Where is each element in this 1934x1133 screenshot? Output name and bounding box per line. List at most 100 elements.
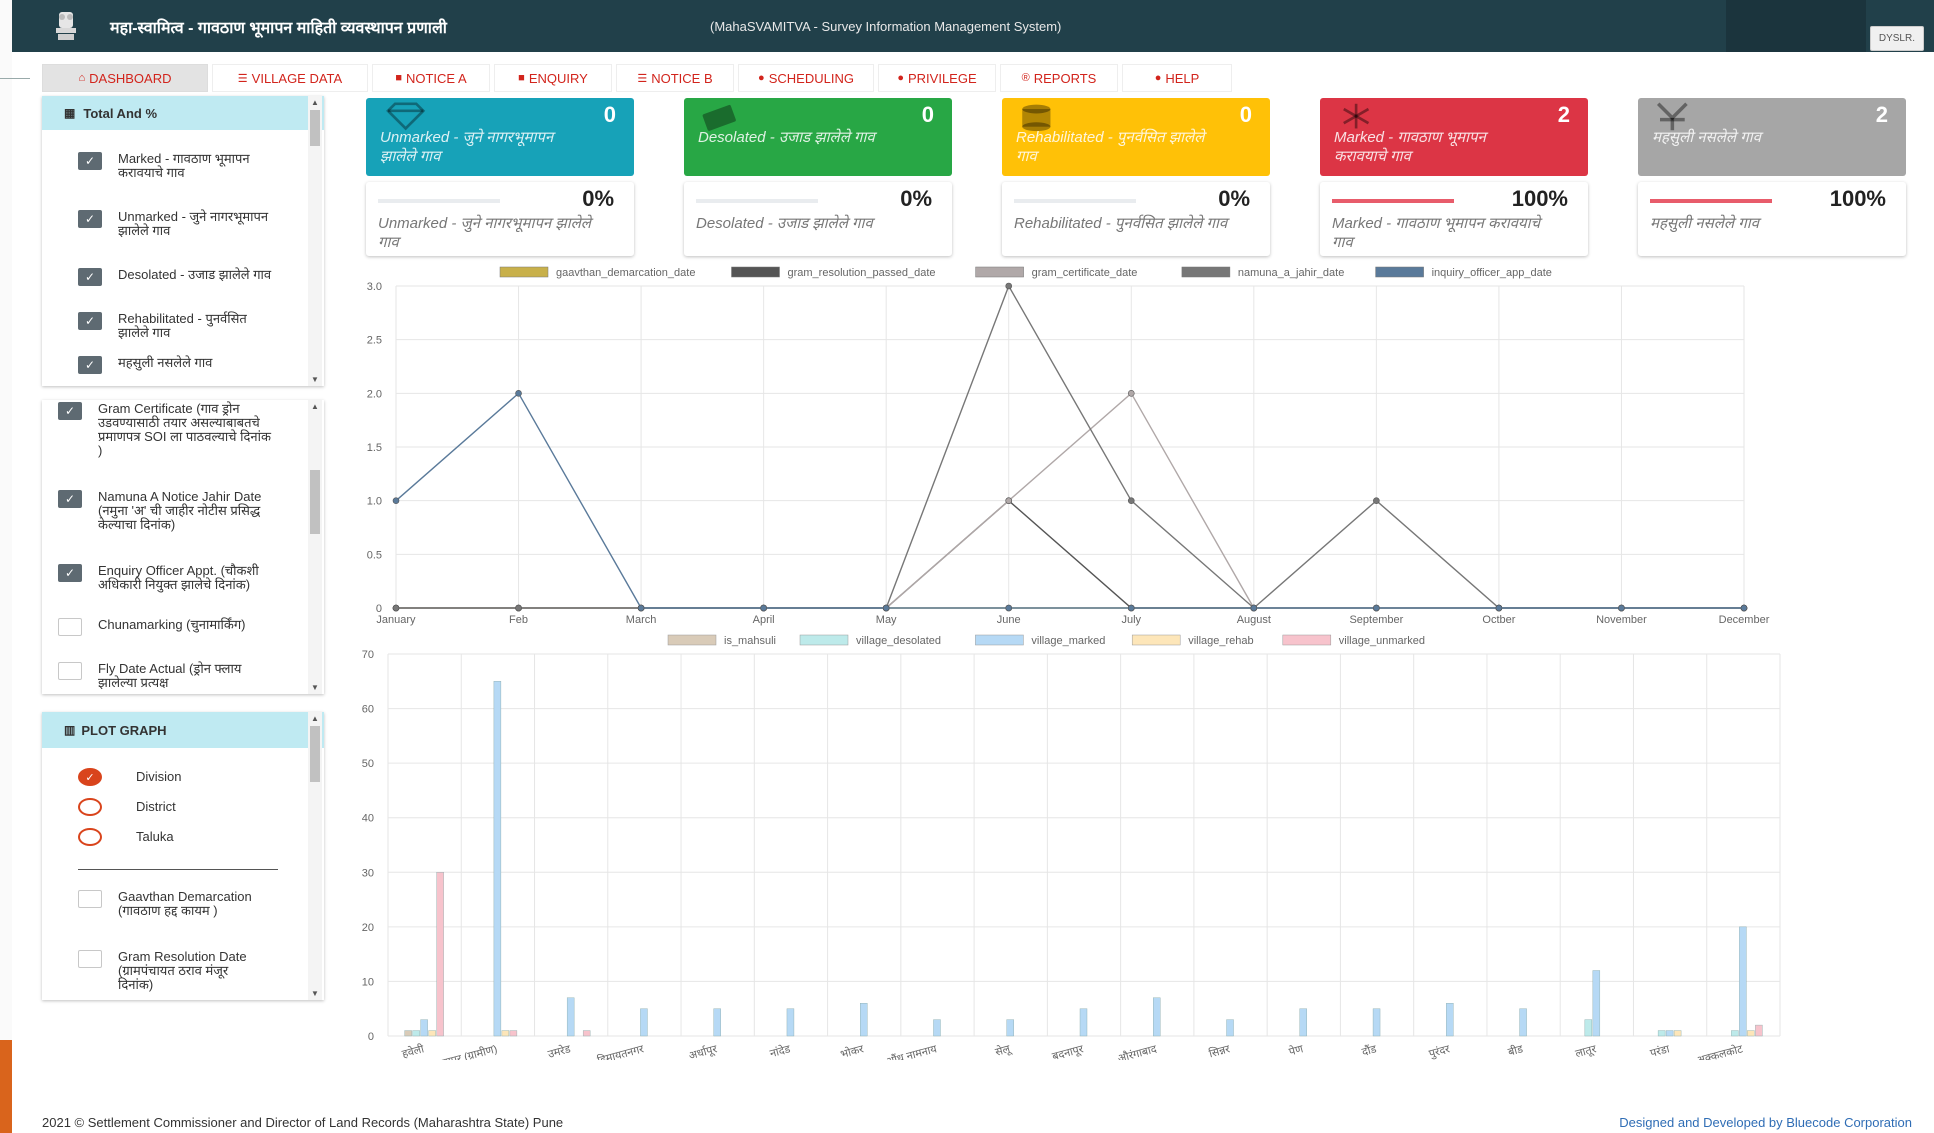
data-point[interactable] <box>515 604 522 612</box>
bar-village_marked[interactable] <box>1665 1030 1674 1037</box>
checkbox-checked[interactable]: ✓ <box>58 490 82 508</box>
legend-swatch[interactable] <box>975 634 1024 646</box>
bar-village_marked[interactable] <box>1592 970 1601 1037</box>
bar-village_marked[interactable] <box>566 997 575 1037</box>
radio-taluka[interactable]: Taluka <box>78 828 174 846</box>
footer-credit-link[interactable]: Designed and Developed by Bluecode Corpo… <box>1619 1115 1912 1130</box>
data-point[interactable] <box>1495 604 1503 612</box>
tab-help[interactable]: ● HELP <box>1122 64 1232 92</box>
data-point[interactable] <box>1373 497 1380 504</box>
legend-swatch[interactable] <box>499 266 549 278</box>
checkbox-unchecked[interactable] <box>78 890 102 908</box>
tab-dashboard[interactable]: ⌂ DASHBOARD <box>42 64 208 92</box>
data-point[interactable] <box>392 497 400 504</box>
checkbox-item[interactable]: Chunamarking (चुनामार्किंग) <box>58 618 276 636</box>
plot-panel-scrollbar[interactable]: ▲ ▼ <box>308 712 322 1000</box>
checkbox-item[interactable]: Gram Resolution Date (ग्रामपंचायत ठराव म… <box>78 950 258 992</box>
checkbox-unchecked[interactable] <box>58 662 82 680</box>
checkbox-unchecked[interactable] <box>78 950 102 968</box>
bar-village_unmarked[interactable] <box>582 1030 591 1037</box>
tab-notice-b[interactable]: ☰ NOTICE B <box>616 64 734 92</box>
data-point[interactable] <box>1005 282 1013 290</box>
data-point[interactable] <box>1373 604 1380 612</box>
tab-enquiry[interactable]: ■ ENQUIRY <box>494 64 612 92</box>
legend-label[interactable]: village_rehab <box>1188 635 1253 647</box>
bar-village_desolated[interactable] <box>1657 1030 1666 1037</box>
radio-division[interactable]: ✓ Division <box>78 768 182 786</box>
legend-swatch[interactable] <box>799 634 849 646</box>
legend-swatch[interactable] <box>975 266 1024 278</box>
radio-unselected[interactable] <box>78 828 102 846</box>
bar-village_marked[interactable] <box>640 1008 648 1037</box>
bar-village_marked[interactable] <box>1006 1019 1014 1037</box>
bar-village_marked[interactable] <box>860 1003 868 1037</box>
bar-village_marked[interactable] <box>786 1008 795 1037</box>
bar-village_marked[interactable] <box>1079 1008 1088 1037</box>
bar-village_rehab[interactable] <box>1673 1030 1682 1037</box>
data-point[interactable] <box>1618 604 1625 612</box>
checkbox-item[interactable]: ✓ Gram Certificate (गाव ड्रोन उडवण्यासाठी… <box>58 402 276 458</box>
summary-card[interactable]: 2 Marked - गावठाण भूमापन करावयाचे गाव <box>1320 98 1588 176</box>
checkbox-item[interactable]: ✓ Marked - गावठाण भूमापन करावयाचे गाव <box>78 152 278 180</box>
checkbox-checked[interactable]: ✓ <box>78 152 102 170</box>
summary-card[interactable]: 0 Desolated - उजाड झालेले गाव <box>684 98 952 176</box>
data-point[interactable] <box>1250 604 1258 612</box>
checkbox-item[interactable]: ✓ Unmarked - जुने नागरभूमापन झालेले गाव <box>78 210 278 238</box>
bar-village_marked[interactable] <box>713 1008 721 1037</box>
tab-village-data[interactable]: ☰ VILLAGE DATA <box>212 64 368 92</box>
data-point[interactable] <box>515 390 522 397</box>
bar-is_mahsuli[interactable] <box>404 1030 412 1037</box>
bar-village_unmarked[interactable] <box>509 1030 518 1037</box>
checkbox-item[interactable]: ✓ Rehabilitated - पुनर्वसित झालेले गाव <box>78 312 278 340</box>
bar-village_marked[interactable] <box>1372 1008 1381 1037</box>
legend-swatch[interactable] <box>731 266 780 278</box>
tab-reports[interactable]: ® REPORTS <box>1000 64 1118 92</box>
user-button[interactable]: DYSLR. <box>1869 26 1924 51</box>
checkbox-item[interactable]: Fly Date Actual (ड्रोन फ्लाय झालेल्या प्… <box>58 662 276 690</box>
legend-label[interactable]: is_mahsuli <box>724 635 776 647</box>
tab-scheduling[interactable]: ● SCHEDULING <box>738 64 874 92</box>
legend-swatch[interactable] <box>667 634 717 646</box>
bar-village_marked[interactable] <box>420 1019 428 1037</box>
data-point[interactable] <box>392 604 400 612</box>
total-panel-scrollbar[interactable]: ▲ ▼ <box>308 96 322 386</box>
data-point[interactable] <box>1127 390 1135 397</box>
summary-card[interactable]: 0 Unmarked - जुने नागरभूमापन झालेले गाव <box>366 98 634 176</box>
legend-label[interactable]: inquiry_officer_app_date <box>1432 267 1552 279</box>
legend-label[interactable]: gram_certificate_date <box>1032 267 1138 279</box>
radio-district[interactable]: District <box>78 798 176 816</box>
bar-village_desolated[interactable] <box>1731 1030 1739 1037</box>
radio-unselected[interactable] <box>78 798 102 816</box>
legend-label[interactable]: village_desolated <box>856 635 941 647</box>
checkbox-item[interactable]: ✓ Enquiry Officer Appt. (चौकशी अधिकारी नि… <box>58 564 276 592</box>
data-point[interactable] <box>760 604 767 612</box>
bar-village_desolated[interactable] <box>412 1030 420 1037</box>
summary-card[interactable]: 0 Rehabilitated - पुनर्वसित झालेले गाव <box>1002 98 1270 176</box>
bar-village_marked[interactable] <box>1299 1008 1307 1037</box>
checkbox-checked[interactable]: ✓ <box>78 312 102 330</box>
tab-notice-a[interactable]: ■ NOTICE A <box>372 64 490 92</box>
checkbox-checked[interactable]: ✓ <box>78 356 102 374</box>
checkbox-checked[interactable]: ✓ <box>58 402 82 420</box>
legend-swatch[interactable] <box>1131 634 1181 646</box>
bar-village_desolated[interactable] <box>1584 1019 1593 1037</box>
checkbox-checked[interactable]: ✓ <box>78 268 102 286</box>
legend-label[interactable]: gram_resolution_passed_date <box>788 267 936 279</box>
bar-village_rehab[interactable] <box>1747 1030 1755 1037</box>
checkbox-checked[interactable]: ✓ <box>58 564 82 582</box>
legend-swatch[interactable] <box>1282 634 1332 646</box>
legend-label[interactable]: village_marked <box>1031 635 1105 647</box>
bar-village_unmarked[interactable] <box>436 872 444 1037</box>
legend-swatch[interactable] <box>1181 266 1231 278</box>
bar-village_rehab[interactable] <box>428 1030 436 1037</box>
radio-selected[interactable]: ✓ <box>78 768 102 786</box>
legend-swatch[interactable] <box>1375 266 1424 278</box>
bar-village_marked[interactable] <box>1739 926 1747 1037</box>
checkbox-item[interactable]: ✓ Desolated - उजाड झालेले गाव <box>78 268 278 286</box>
bar-village_marked[interactable] <box>1226 1019 1234 1037</box>
data-point[interactable] <box>1005 604 1013 612</box>
checkbox-item[interactable]: Gaavthan Demarcation (गावठाण हद्द कायम ) <box>78 890 258 918</box>
legend-label[interactable]: village_unmarked <box>1339 635 1425 647</box>
bar-village_unmarked[interactable] <box>1755 1024 1763 1037</box>
legend-label[interactable]: gaavthan_demarcation_date <box>556 267 695 279</box>
